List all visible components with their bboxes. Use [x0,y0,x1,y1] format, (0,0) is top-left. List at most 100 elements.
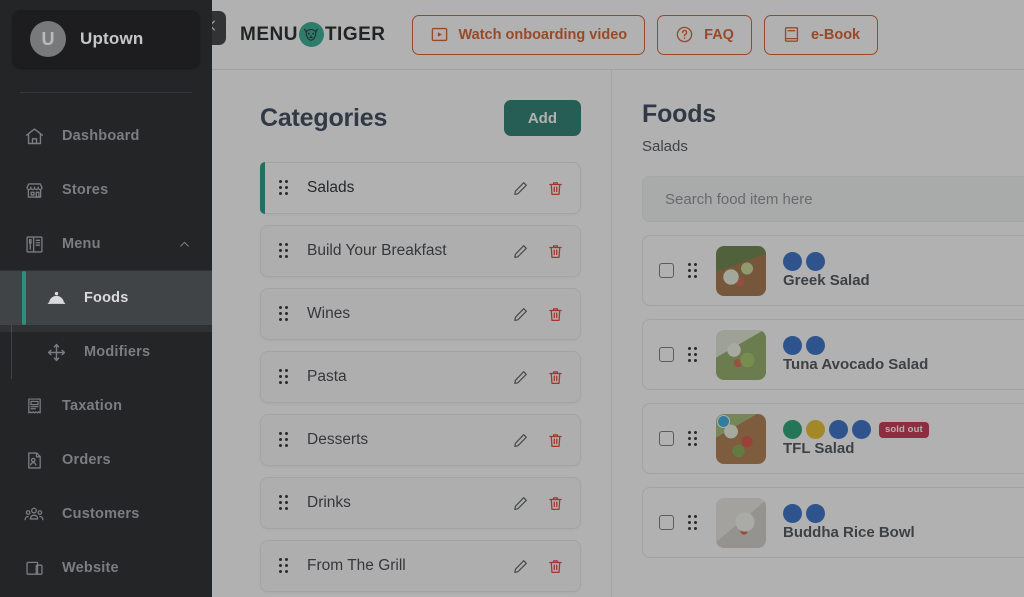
chevron-up-icon[interactable] [178,238,190,250]
food-row[interactable]: Buddha Rice Bowl [642,487,1024,558]
delete-icon[interactable] [547,558,564,575]
food-info: Tuna Avocado Salad [783,336,928,374]
drag-handle-icon[interactable] [688,514,700,531]
category-actions [512,558,564,575]
food-row[interactable]: sold out TFL Salad [642,403,1024,474]
sidebar-item-modifiers[interactable]: Modifiers [0,325,212,379]
category-row[interactable]: Salads [260,162,581,214]
faq-button[interactable]: FAQ [657,14,752,55]
delete-icon[interactable] [547,180,564,197]
drag-handle-icon[interactable] [279,495,291,511]
edit-icon[interactable] [512,495,529,512]
category-actions [512,495,564,512]
category-row[interactable]: Drinks [260,477,581,529]
move-arrows-icon [44,340,68,364]
logo-text-right: TIGER [324,23,386,45]
dietary-blue-icon [806,336,825,355]
food-info: sold out TFL Salad [783,420,929,458]
brand-card[interactable]: U Uptown [12,10,200,68]
edit-icon[interactable] [512,432,529,449]
sidebar-item-taxation[interactable]: Taxation [0,379,212,433]
watch-onboarding-video-button[interactable]: Watch onboarding video [411,14,646,55]
sidebar-item-orders[interactable]: Orders [0,433,212,487]
featured-star-icon [806,420,825,439]
sidebar-item-foods[interactable]: Foods [0,271,212,325]
sidebar-item-label: Customers [62,506,140,522]
row-checkbox[interactable] [659,515,674,530]
ebook-button[interactable]: e-Book [763,14,879,55]
edit-icon[interactable] [512,306,529,323]
row-checkbox[interactable] [659,263,674,278]
tax-receipt-icon [22,394,46,418]
row-checkbox[interactable] [659,347,674,362]
delete-icon[interactable] [547,369,564,386]
website-icon [22,556,46,580]
row-checkbox[interactable] [659,431,674,446]
sidebar-item-menu[interactable]: Menu [0,217,212,271]
food-badges: sold out [783,420,929,440]
edit-icon[interactable] [512,558,529,575]
category-actions [512,369,564,386]
delete-icon[interactable] [547,306,564,323]
drag-handle-icon[interactable] [279,369,291,385]
edit-icon[interactable] [512,243,529,260]
categories-header: Categories Add [260,100,581,136]
category-actions [512,243,564,260]
food-row[interactable]: Tuna Avocado Salad [642,319,1024,390]
add-category-button[interactable]: Add [503,100,581,136]
sidebar-item-stores[interactable]: Stores [0,163,212,217]
category-row[interactable]: Pasta [260,351,581,403]
book-icon [782,25,801,44]
food-thumbnail [716,245,766,296]
search-placeholder: Search food item here [665,190,813,208]
food-name: Buddha Rice Bowl [783,523,915,541]
edit-icon[interactable] [512,369,529,386]
food-thumbnail [716,329,766,380]
dietary-blue-icon [806,504,825,523]
topbar: MENU TIGER Watch onboarding video FAQ e-… [198,0,1024,70]
food-info: Greek Salad [783,252,870,290]
category-row[interactable]: From The Grill [260,540,581,592]
drag-handle-icon[interactable] [279,558,291,574]
dietary-blue-icon [806,252,825,271]
delete-icon[interactable] [547,243,564,260]
allergen-blue-icon [783,336,802,355]
sidebar-item-dashboard[interactable]: Dashboard [0,109,212,163]
food-thumbnail [716,413,766,464]
category-actions [512,432,564,449]
category-row[interactable]: Desserts [260,414,581,466]
category-name: Salads [307,179,355,196]
drag-handle-icon[interactable] [279,243,291,259]
search-food-input[interactable]: Search food item here [642,176,1024,222]
topbar-actions: Watch onboarding video FAQ e-Book [411,14,879,55]
page-title: Categories [260,103,388,132]
question-circle-icon [675,25,694,44]
page: MENU TIGER Watch onboarding video FAQ e-… [198,0,1024,597]
drag-handle-icon[interactable] [279,306,291,322]
sidebar-item-customers[interactable]: Customers [0,487,212,541]
button-label: e-Book [810,26,861,43]
food-name: Greek Salad [783,271,870,289]
delete-icon[interactable] [547,495,564,512]
category-name: Desserts [307,431,369,448]
food-thumbnail [716,497,766,548]
drag-handle-icon[interactable] [279,432,291,448]
category-row[interactable]: Wines [260,288,581,340]
drag-handle-icon[interactable] [688,430,700,447]
logo-text-left: MENU [240,23,298,45]
category-name: Wines [307,305,351,322]
food-row[interactable]: Greek Salad [642,235,1024,306]
sidebar-item-website[interactable]: Website [0,541,212,595]
customers-icon [22,502,46,526]
delete-icon[interactable] [547,432,564,449]
drag-handle-icon[interactable] [279,180,291,196]
food-info: Buddha Rice Bowl [783,504,915,542]
status-badge: sold out [879,421,929,438]
drag-handle-icon[interactable] [688,262,700,279]
category-row[interactable]: Build Your Breakfast [260,225,581,277]
new-green-icon [783,420,802,439]
category-name: From The Grill [307,557,406,574]
drag-handle-icon[interactable] [688,346,700,363]
allergen-blue-icon [783,504,802,523]
edit-icon[interactable] [512,180,529,197]
